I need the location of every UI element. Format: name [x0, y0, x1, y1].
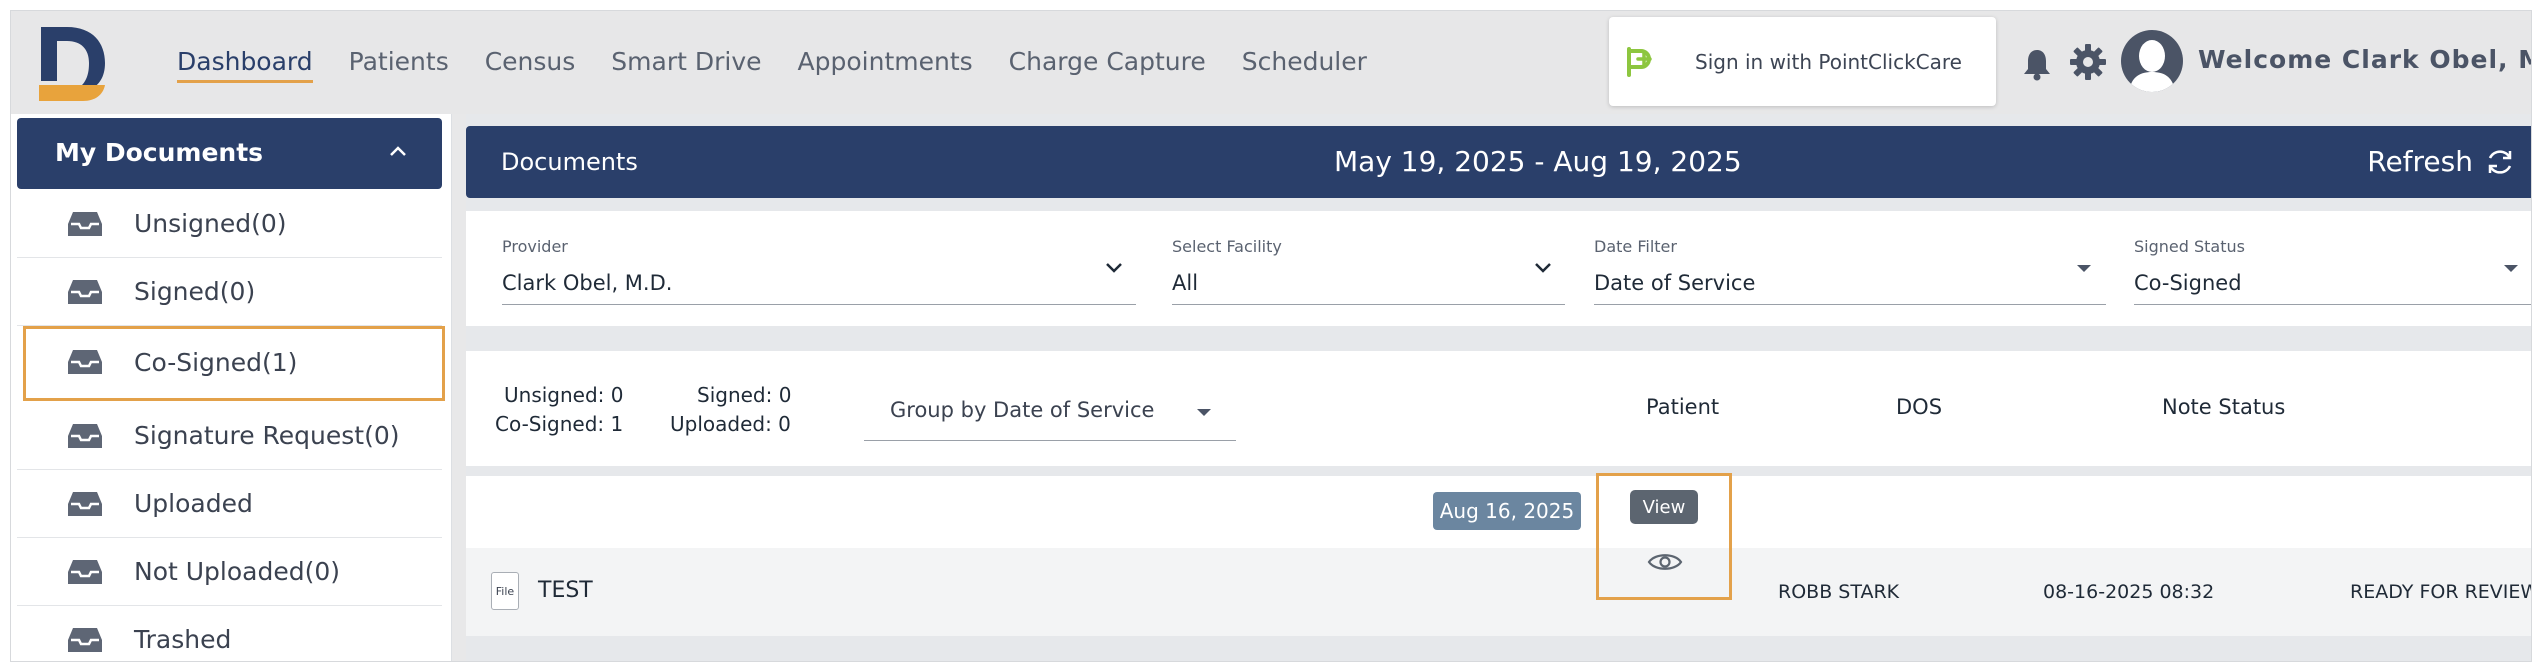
d-logo-icon[interactable]: [33, 23, 113, 103]
sidebar-item-label: Trashed: [134, 625, 232, 654]
user-avatar-icon[interactable]: [2121, 30, 2183, 92]
column-header-patient[interactable]: Patient: [1646, 395, 1719, 419]
sidebar-title: My Documents: [55, 138, 264, 167]
group-by-value: Group by Date of Service: [890, 398, 1155, 422]
chevron-down-icon: [1535, 263, 1551, 273]
sidebar-item-trashed[interactable]: Trashed: [17, 606, 442, 661]
inbox-tray-icon: [68, 492, 102, 516]
provider-select[interactable]: Provider Clark Obel, M.D.: [502, 235, 1136, 305]
welcome-text: Welcome Clark Obel, M.D.: [2198, 45, 2531, 74]
top-bar: Dashboard Patients Census Smart Drive Ap…: [11, 11, 2531, 114]
bell-icon[interactable]: [2021, 47, 2053, 81]
nav-scheduler[interactable]: Scheduler: [1242, 47, 1367, 83]
caret-down-icon: [1197, 409, 1211, 416]
inbox-tray-icon: [68, 350, 102, 374]
pointclickcare-signin-button[interactable]: Sign in with PointClickCare: [1609, 17, 1996, 106]
signed-count: Signed: 0: [697, 383, 792, 407]
nav-patients[interactable]: Patients: [349, 47, 449, 83]
column-header-dos[interactable]: DOS: [1896, 395, 1942, 419]
sidebar-item-co-signed[interactable]: Co-Signed(1): [23, 326, 445, 401]
sidebar-item-not-uploaded[interactable]: Not Uploaded(0): [17, 538, 442, 606]
date-filter-caption: Date Filter: [1594, 237, 1677, 256]
facility-value: All: [1172, 271, 1199, 295]
sidebar-item-label: Uploaded: [134, 489, 253, 518]
sidebar-item-unsigned[interactable]: Unsigned(0): [17, 190, 442, 258]
caret-down-icon: [2077, 265, 2091, 272]
sidebar-item-label: Signature Request(0): [134, 421, 400, 450]
app-window: Dashboard Patients Census Smart Drive Ap…: [10, 10, 2532, 662]
date-of-service: 08-16-2025 08:32: [2043, 581, 2215, 603]
sidebar-item-label: Co-Signed(1): [134, 348, 298, 377]
view-tooltip: View: [1630, 490, 1698, 524]
table-row[interactable]: File TEST ROBB STARK 08-16-2025 08:32 RE…: [466, 548, 2532, 636]
nav-appointments[interactable]: Appointments: [798, 47, 973, 83]
documents-panel: Documents May 19, 2025 - Aug 19, 2025 Re…: [466, 114, 2532, 661]
refresh-label: Refresh: [2367, 145, 2473, 178]
sidebar-item-signed[interactable]: Signed(0): [17, 258, 442, 326]
signed-status-select[interactable]: Signed Status Co-Signed: [2134, 235, 2531, 305]
document-name[interactable]: TEST: [538, 578, 593, 603]
caret-down-icon: [2504, 265, 2518, 272]
inbox-tray-icon: [68, 560, 102, 584]
view-button[interactable]: View: [1596, 473, 1732, 600]
nav-charge-capture[interactable]: Charge Capture: [1009, 47, 1206, 83]
pointclickcare-icon: [1627, 46, 1652, 77]
document-list: Aug 16, 2025 File TEST ROBB STARK 08-16-…: [466, 473, 2532, 636]
date-filter-value: Date of Service: [1594, 271, 1756, 295]
column-header-note-status[interactable]: Note Status: [2162, 395, 2285, 419]
nav-census[interactable]: Census: [485, 47, 576, 83]
sidebar-item-label: Not Uploaded(0): [134, 557, 341, 586]
provider-value: Clark Obel, M.D.: [502, 271, 673, 295]
filter-bar: Provider Clark Obel, M.D. Select Facilit…: [466, 211, 2531, 326]
note-status: READY FOR REVIEW: [2350, 581, 2532, 603]
date-filter-select[interactable]: Date Filter Date of Service: [1594, 235, 2106, 305]
sidebar-item-label: Unsigned(0): [134, 209, 287, 238]
pointclickcare-signin-label: Sign in with PointClickCare: [1695, 49, 1962, 74]
sidebar-item-signature-request[interactable]: Signature Request(0): [17, 402, 442, 470]
group-date-badge: Aug 16, 2025: [1433, 492, 1581, 530]
group-by-select[interactable]: Group by Date of Service: [864, 387, 1236, 441]
signed-status-value: Co-Signed: [2134, 271, 2242, 295]
inbox-tray-icon: [68, 280, 102, 304]
main-nav: Dashboard Patients Census Smart Drive Ap…: [177, 47, 1367, 83]
refresh-icon: [2488, 149, 2512, 174]
provider-caption: Provider: [502, 237, 568, 256]
eye-icon[interactable]: [1647, 550, 1683, 574]
signed-status-caption: Signed Status: [2134, 237, 2245, 256]
summary-bar: Unsigned: 0 Signed: 0 Co-Signed: 1 Uploa…: [466, 351, 2531, 466]
file-icon: File: [491, 572, 519, 610]
documents-header: Documents May 19, 2025 - Aug 19, 2025 Re…: [466, 126, 2531, 198]
uploaded-count: Uploaded: 0: [670, 412, 791, 436]
inbox-tray-icon: [68, 212, 102, 236]
sidebar-item-label: Signed(0): [134, 277, 256, 306]
chevron-down-icon: [1106, 263, 1122, 273]
refresh-button[interactable]: Refresh: [2367, 145, 2515, 178]
gear-icon[interactable]: [2069, 43, 2107, 81]
unsigned-count: Unsigned: 0: [504, 383, 624, 407]
chevron-up-icon[interactable]: [388, 144, 408, 158]
sidebar-item-uploaded[interactable]: Uploaded: [17, 470, 442, 538]
facility-select[interactable]: Select Facility All: [1172, 235, 1565, 305]
sidebar: My Documents Unsigned(0) Signed(0) Co-Si…: [11, 114, 452, 661]
inbox-tray-icon: [68, 424, 102, 448]
cosigned-count: Co-Signed: 1: [495, 412, 624, 436]
documents-title: Documents: [501, 148, 638, 176]
patient-name: ROBB STARK: [1778, 581, 1900, 603]
inbox-tray-icon: [68, 628, 102, 652]
nav-dashboard[interactable]: Dashboard: [177, 47, 313, 83]
facility-caption: Select Facility: [1172, 237, 1282, 256]
nav-smart-drive[interactable]: Smart Drive: [611, 47, 761, 83]
my-documents-header[interactable]: My Documents: [17, 118, 442, 189]
date-range: May 19, 2025 - Aug 19, 2025: [1334, 145, 1742, 178]
